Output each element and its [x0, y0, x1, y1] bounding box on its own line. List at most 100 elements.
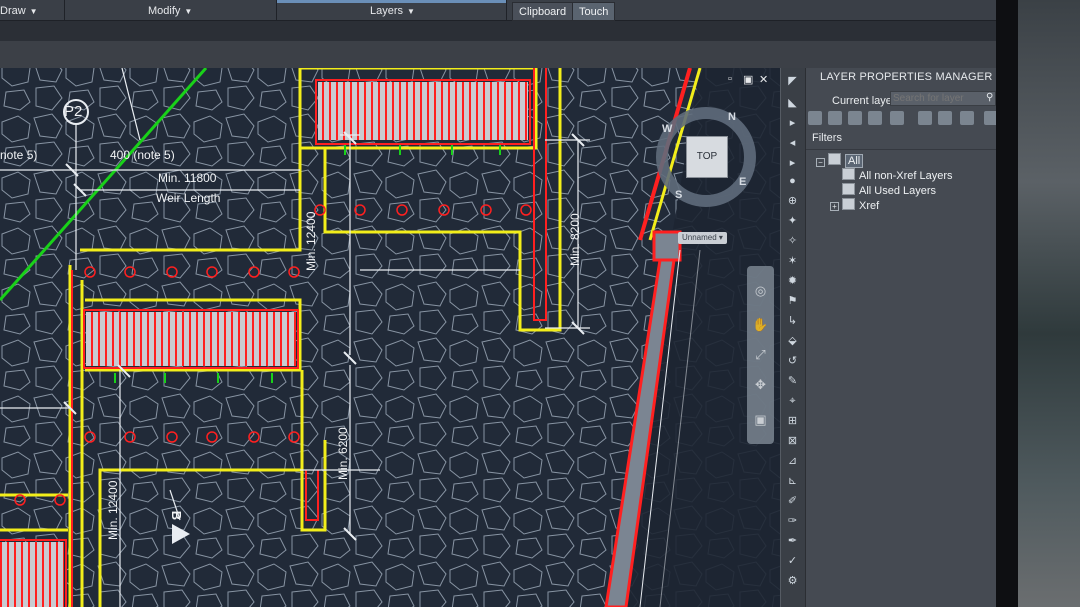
tool-icon[interactable]: ↺ [785, 354, 800, 369]
chevron-down-icon: ▼ [407, 7, 415, 16]
tool-icon[interactable]: ✑ [785, 514, 800, 529]
set-current-icon[interactable] [938, 111, 952, 125]
search-icon[interactable]: ⚲ [986, 92, 993, 103]
ribbon-separator [276, 0, 277, 20]
layer-properties-manager: LAYER PROPERTIES MANAGER Current layer ⚲… [805, 68, 998, 607]
layer-states-icon[interactable] [848, 111, 862, 125]
tree-item-all-used[interactable]: All Used Layers [842, 183, 936, 198]
label-min-8200: Min. 8200 [568, 213, 582, 266]
tool-icon[interactable]: ● [785, 174, 800, 189]
filter-icon [828, 153, 841, 165]
current-layer-label: Current layer [832, 95, 896, 107]
ribbon-panel-bar: Draw ▼ Modify ▼ Layers ▼ Clipboard Touch [0, 0, 1000, 21]
ribbon-separator [64, 0, 65, 20]
divider [806, 149, 997, 150]
compass-south[interactable]: S [675, 189, 682, 201]
tool-icon[interactable]: ◂ [785, 136, 800, 151]
tool-icon[interactable]: ✦ [785, 214, 800, 229]
ribbon-panel-layers-label: Layers [370, 5, 404, 17]
compass-west[interactable]: W [662, 123, 672, 135]
showmotion-icon[interactable]: ▣ [752, 411, 769, 428]
tool-icon[interactable]: ✎ [785, 374, 800, 389]
panel-title: LAYER PROPERTIES MANAGER [820, 71, 993, 83]
ribbon-panel-draw-label: Draw [0, 5, 26, 17]
tool-icon[interactable]: ▸ [785, 156, 800, 171]
vertical-toolbar: ◤ ◣ ▸ ◂ ▸ ● ⊕ ✦ ✧ ✶ ✹ ⚑ ↳ ⬙ ↺ ✎ ⌖ ⊞ ⊠ ⊿ … [780, 68, 805, 607]
tool-icon[interactable]: ▸ [785, 116, 800, 131]
tool-icon[interactable]: ⌖ [785, 394, 800, 409]
folder-icon [842, 198, 855, 210]
tool-icon[interactable]: ✒ [785, 534, 800, 549]
chevron-down-icon: ▼ [29, 7, 38, 16]
new-layer-icon[interactable] [868, 111, 882, 125]
delete-layer-icon[interactable] [918, 111, 932, 125]
steering-wheel-icon[interactable]: ◎ [752, 282, 769, 299]
tree-collapse-icon[interactable]: − [816, 158, 825, 167]
tool-icon[interactable]: ⊾ [785, 474, 800, 489]
label-weir-length: Weir Length [156, 191, 221, 205]
compass-north[interactable]: N [728, 111, 736, 123]
background-blur [1018, 0, 1080, 607]
new-group-filter-icon[interactable] [828, 111, 842, 125]
navigation-bar: ◎ ✋ ⤢ ✥ ▣ [747, 266, 774, 444]
tool-icon[interactable]: ⚑ [785, 294, 800, 309]
tool-icon[interactable]: ◤ [785, 74, 800, 89]
label-note5-dimension: 400 (note 5) [110, 148, 175, 162]
tool-icon[interactable]: ✧ [785, 234, 800, 249]
tool-icon[interactable]: ⬙ [785, 334, 800, 349]
filter-icon [842, 168, 855, 180]
filters-heading: Filters [812, 132, 842, 144]
monitor-screen: Draw▼ Modify▼ Layers▼ Clipboard Touch [0, 0, 1000, 607]
monitor-bezel [996, 0, 1018, 607]
filter-icon [842, 183, 855, 195]
pan-hand-icon[interactable]: ✋ [752, 316, 769, 333]
ribbon-separator [506, 0, 507, 20]
tree-item-xref[interactable]: Xref [842, 198, 879, 213]
label-section-b: B [169, 510, 185, 521]
ribbon-panel-draw[interactable]: Draw ▼ [0, 0, 64, 20]
tree-expand-icon[interactable]: + [830, 202, 839, 211]
ribbon-panel-clipboard[interactable]: Clipboard [512, 2, 574, 21]
tool-icon[interactable]: ✹ [785, 274, 800, 289]
file-tab-strip [0, 41, 1000, 68]
viewport-maximize-button[interactable]: ▣ [743, 73, 753, 86]
refresh-icon[interactable] [960, 111, 974, 125]
chevron-down-icon: ▼ [184, 7, 193, 16]
ucs-menu[interactable]: Unnamed ▾ [678, 232, 727, 244]
label-min-12400: Min. 12400 [304, 211, 318, 271]
zoom-icon[interactable]: ⤢ [752, 346, 769, 363]
tool-icon[interactable]: ↳ [785, 314, 800, 329]
label-min-11800: Min. 11800 [158, 171, 217, 185]
new-property-filter-icon[interactable] [808, 111, 822, 125]
tool-icon[interactable]: ⊠ [785, 434, 800, 449]
tool-icon[interactable]: ⊞ [785, 414, 800, 429]
compass-east[interactable]: E [739, 176, 746, 188]
new-layer-frozen-icon[interactable] [890, 111, 904, 125]
orbit-icon[interactable]: ✥ [752, 376, 769, 393]
tool-icon[interactable]: ✶ [785, 254, 800, 269]
viewport-close-button[interactable]: ✕ [759, 73, 768, 86]
label-min-6200: Min. 6200 [336, 427, 350, 480]
tree-item-all-non-xref[interactable]: All non-Xref Layers [842, 168, 953, 183]
label-p2: P2 [64, 103, 83, 120]
ribbon-panel-touch-label: Touch [579, 6, 609, 18]
viewport-restore-button[interactable]: ▫ [728, 73, 732, 85]
tool-icon[interactable]: ✐ [785, 494, 800, 509]
tool-icon[interactable]: ⊕ [785, 194, 800, 209]
label-note5: note 5) [0, 148, 38, 162]
toolbar-strip [0, 21, 1000, 41]
viewcube-top-face[interactable]: TOP [686, 136, 728, 178]
ribbon-panel-modify-label: Modify [148, 5, 181, 17]
tool-icon[interactable]: ✓ [785, 554, 800, 569]
drawing-canvas[interactable]: P2 note 5) 400 (note 5) Min. 11800 Weir … [0, 68, 780, 607]
tool-icon[interactable]: ◣ [785, 96, 800, 111]
ribbon-panel-touch[interactable]: Touch [572, 2, 616, 21]
tool-icon[interactable]: ⊿ [785, 454, 800, 469]
label-min-12400-lower: Min. 12400 [106, 480, 120, 540]
ribbon-panel-modify[interactable]: Modify ▼ [148, 0, 258, 20]
tool-icon[interactable]: ⚙ [785, 574, 800, 589]
ribbon-panel-clipboard-label: Clipboard [519, 6, 567, 18]
layer-search-input[interactable] [890, 91, 996, 106]
ribbon-panel-layers[interactable]: Layers ▼ [370, 0, 460, 20]
tree-item-all[interactable]: All [828, 153, 864, 168]
